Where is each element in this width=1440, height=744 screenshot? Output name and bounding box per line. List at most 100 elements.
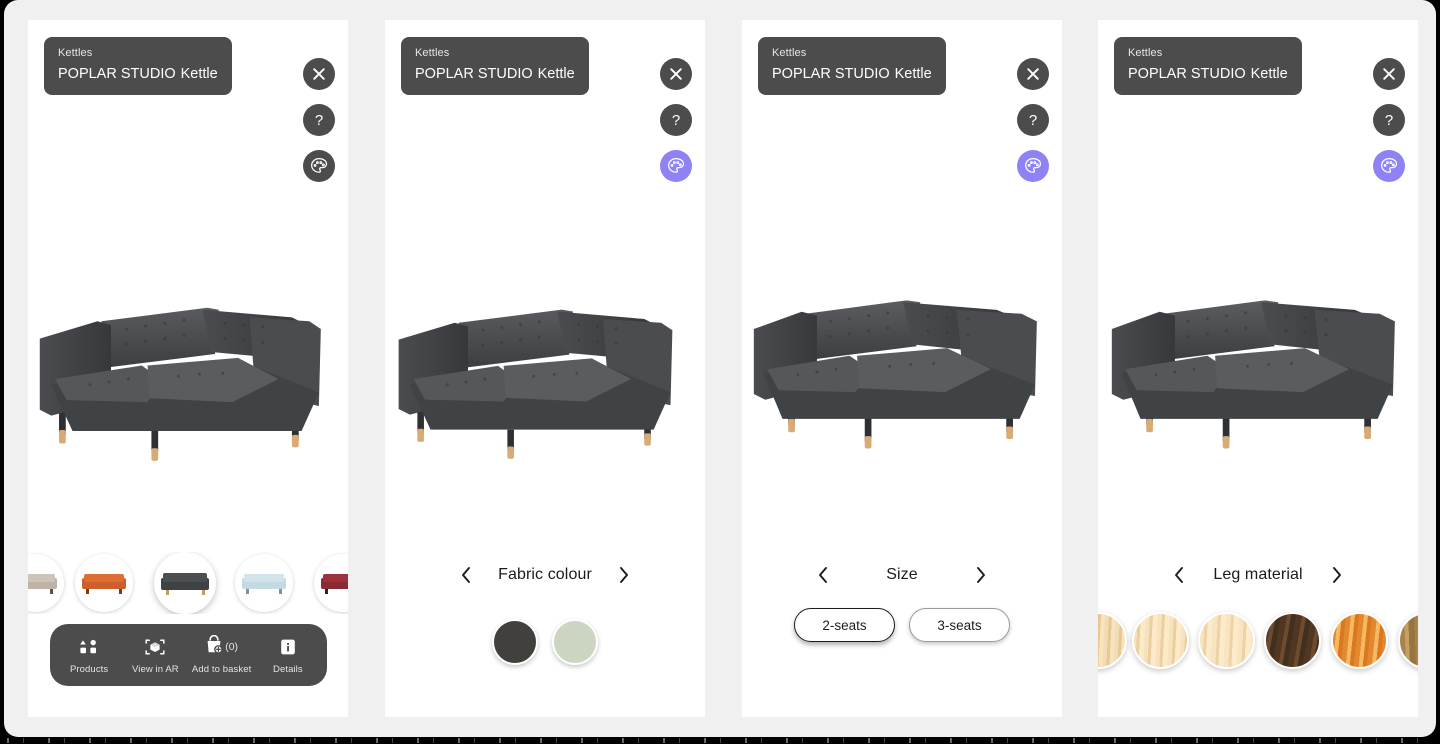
chooser-header: Size (742, 560, 1062, 590)
chooser-header: Leg material (1098, 560, 1418, 590)
size-option-3-seats[interactable]: 3-seats (909, 608, 1010, 642)
palette-button[interactable] (1373, 150, 1405, 182)
product-title-chip: Kettles POPLAR STUDIO Kettle (44, 37, 232, 95)
toolbar-view-in-ar-label: View in AR (131, 663, 179, 675)
basket-icon-row: (0) (205, 634, 238, 659)
product-name-label: POPLAR STUDIO Kettle (58, 64, 218, 84)
toolbar-view-in-ar-button[interactable]: View in AR (122, 636, 188, 675)
prev-option-button[interactable] (810, 562, 836, 588)
product-title-chip: Kettles POPLAR STUDIO Kettle (758, 37, 946, 95)
thumbnail-beige-sofa[interactable] (28, 554, 64, 612)
product-hero-image (34, 284, 342, 474)
help-button[interactable]: ? (1373, 104, 1405, 136)
product-name-label: POPLAR STUDIO Kettle (772, 64, 932, 84)
leg-material-carousel[interactable] (1098, 606, 1418, 676)
leg-material-light-maple[interactable] (1132, 612, 1189, 669)
bottom-toolbar: Products View in AR (0) Add to basket De… (50, 624, 327, 686)
palette-icon (309, 156, 329, 176)
palette-button[interactable] (303, 150, 335, 182)
product-name-main: POPLAR STUDIO (415, 66, 533, 82)
chooser-header: Fabric colour (385, 560, 705, 590)
palette-icon (1023, 156, 1043, 176)
leg-material-pale-birch-partial[interactable] (1098, 612, 1127, 669)
fabric-swatch-sage-green[interactable] (552, 619, 598, 665)
size-option-2-seats[interactable]: 2-seats (794, 608, 895, 642)
chevron-right-icon (620, 567, 628, 583)
fabric-swatch-dark-grey[interactable] (492, 619, 538, 665)
close-button[interactable] (1017, 58, 1049, 90)
close-icon (311, 66, 327, 82)
svg-text:?: ? (1385, 112, 1393, 129)
toolbar-products-label: Products (69, 663, 109, 675)
size-chooser: Size 2-seats 3-seats (742, 560, 1062, 642)
product-title-chip: Kettles POPLAR STUDIO Kettle (401, 37, 589, 95)
toolbar-details-button[interactable]: Details (255, 636, 321, 675)
question-mark-icon: ? (667, 111, 685, 129)
product-hero-image (393, 286, 693, 472)
next-option-button[interactable] (611, 562, 637, 588)
brand-label: Kettles (415, 47, 450, 59)
palette-button[interactable] (660, 150, 692, 182)
help-button[interactable]: ? (1017, 104, 1049, 136)
help-button[interactable]: ? (660, 104, 692, 136)
next-option-button[interactable] (968, 562, 994, 588)
thumbnail-orange-sofa[interactable] (75, 554, 133, 612)
panel-fabric-colour: Kettles POPLAR STUDIO Kettle ? Fabric co… (385, 20, 705, 717)
close-button[interactable] (303, 58, 335, 90)
toolbar-products-button[interactable]: Products (56, 636, 122, 675)
chevron-right-icon (1333, 567, 1341, 583)
question-mark-icon: ? (310, 111, 328, 129)
panel-leg-material: Kettles POPLAR STUDIO Kettle ? Leg mater… (1098, 20, 1418, 717)
product-thumbnail-carousel[interactable] (28, 552, 348, 614)
grid-shapes-icon (79, 636, 99, 658)
basket-add-icon (205, 634, 223, 659)
product-name-label: POPLAR STUDIO Kettle (415, 64, 575, 84)
toolbar-details-label: Details (273, 663, 303, 675)
leg-material-light-pine[interactable] (1198, 612, 1255, 669)
prev-option-button[interactable] (1166, 562, 1192, 588)
chevron-left-icon (819, 567, 827, 583)
close-button[interactable] (660, 58, 692, 90)
thumbnail-light-blue-sofa[interactable] (235, 554, 293, 612)
product-name-main: POPLAR STUDIO (1128, 66, 1246, 82)
palette-icon (666, 156, 686, 176)
bottom-black-band (0, 737, 1440, 744)
leg-material-chooser: Leg material (1098, 560, 1418, 676)
product-name-sub: Kettle (537, 66, 575, 82)
help-button[interactable]: ? (303, 104, 335, 136)
brand-label: Kettles (1128, 47, 1163, 59)
toolbar-add-to-basket-button[interactable]: (0) Add to basket (189, 634, 255, 675)
band-noise (0, 738, 1440, 743)
chooser-title: Size (886, 566, 918, 583)
leg-material-natural-olive[interactable] (1398, 612, 1418, 669)
svg-text:?: ? (672, 112, 680, 129)
close-button[interactable] (1373, 58, 1405, 90)
chevron-left-icon (462, 567, 470, 583)
next-option-button[interactable] (1324, 562, 1350, 588)
svg-text:?: ? (315, 112, 323, 129)
chooser-title: Fabric colour (498, 566, 592, 583)
palette-button[interactable] (1017, 150, 1049, 182)
close-icon (1025, 66, 1041, 82)
svg-text:?: ? (1029, 112, 1037, 129)
thumbnail-dark-grey-sofa[interactable] (154, 552, 216, 614)
toolbar-add-to-basket-label: Add to basket (191, 663, 252, 675)
brand-label: Kettles (772, 47, 807, 59)
leg-material-dark-walnut[interactable] (1264, 612, 1321, 669)
prev-option-button[interactable] (453, 562, 479, 588)
fabric-colour-chooser: Fabric colour (385, 560, 705, 675)
question-mark-icon: ? (1024, 111, 1042, 129)
product-hero-image (750, 278, 1056, 468)
thumbnail-dark-red-sofa[interactable] (314, 554, 348, 612)
panel-size: Kettles POPLAR STUDIO Kettle ? Size 2-se… (742, 20, 1062, 717)
product-name-label: POPLAR STUDIO Kettle (1128, 64, 1288, 84)
leg-material-golden-oak[interactable] (1331, 612, 1388, 669)
close-icon (1381, 66, 1397, 82)
size-option-row: 2-seats 3-seats (742, 608, 1062, 642)
product-hero-image (1108, 278, 1414, 468)
chooser-title: Leg material (1213, 566, 1303, 583)
info-icon (278, 636, 298, 658)
palette-icon (1379, 156, 1399, 176)
product-name-main: POPLAR STUDIO (772, 66, 890, 82)
app-stage: Kettles POPLAR STUDIO Kettle ? Products … (4, 0, 1436, 737)
